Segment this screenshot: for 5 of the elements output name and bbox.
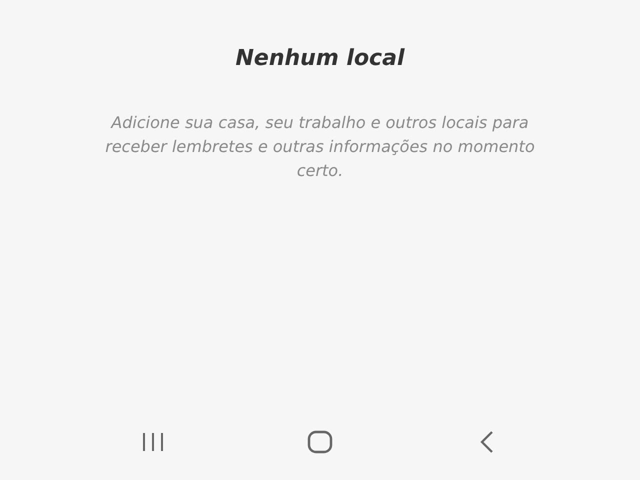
empty-message: Adicione sua casa, seu trabalho e outros locais para receber lembretes e outras informações no momento certo. bbox=[104, 112, 536, 182]
empty-title: Nenhum local bbox=[236, 45, 404, 73]
back-icon bbox=[480, 430, 494, 454]
home-icon bbox=[306, 430, 333, 454]
recent-apps-icon bbox=[141, 432, 166, 452]
